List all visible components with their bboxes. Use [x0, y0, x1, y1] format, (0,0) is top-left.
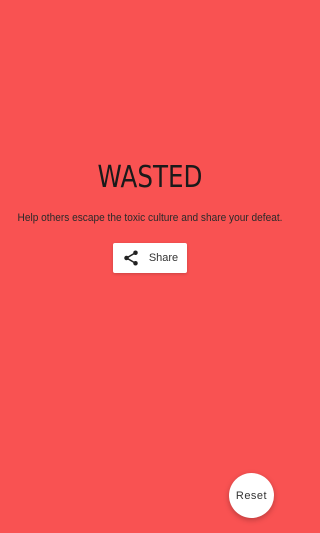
reset-button[interactable]: Reset: [229, 473, 274, 518]
share-prompt-text: Help others escape the toxic culture and…: [17, 212, 283, 224]
reset-button-label: Reset: [235, 489, 268, 502]
wasted-screen: WASTED Help others escape the toxic cult…: [0, 0, 300, 533]
page-title: WASTED: [97, 160, 203, 195]
share-button[interactable]: Share: [113, 243, 187, 273]
share-icon: [122, 249, 140, 267]
share-button-label: Share: [148, 252, 179, 264]
